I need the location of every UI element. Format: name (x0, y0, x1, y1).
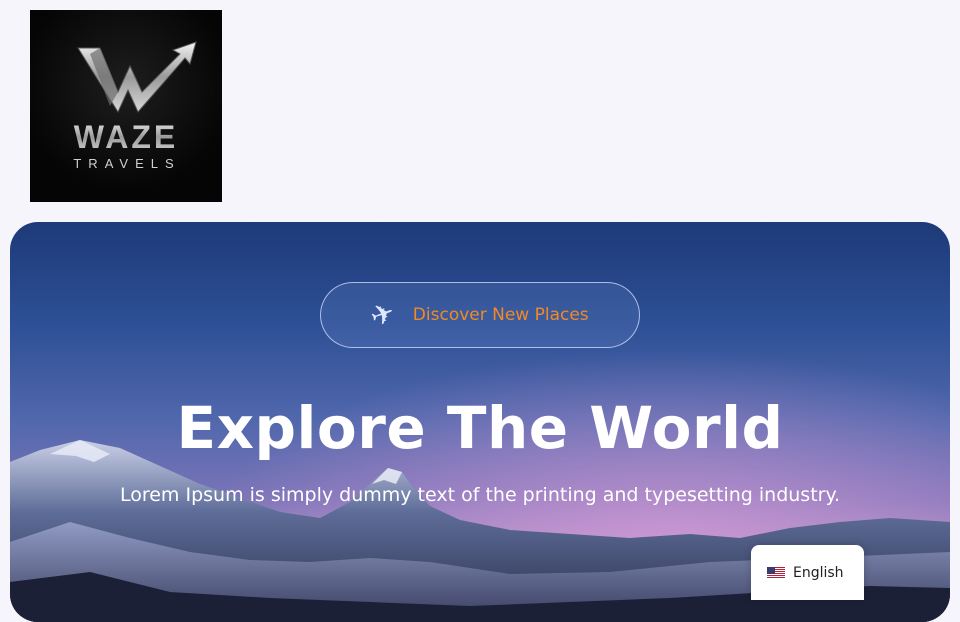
logo-brand-text: WAZE (74, 119, 178, 155)
logo-sub-text: TRAVELS (73, 156, 180, 171)
waze-travels-logo-graphic: WAZE TRAVELS (73, 41, 197, 171)
us-flag-icon (767, 566, 785, 579)
discover-label: Discover New Places (412, 305, 589, 325)
logo[interactable]: WAZE TRAVELS (30, 10, 222, 202)
language-label: English (793, 564, 844, 581)
language-switcher[interactable]: English (751, 545, 864, 600)
hero-subtitle: Lorem Ipsum is simply dummy text of the … (119, 484, 841, 506)
discover-new-places-button[interactable]: ✈ Discover New Places (320, 282, 640, 348)
hero-title: Explore The World (176, 394, 784, 462)
airplane-icon: ✈ (366, 295, 400, 335)
